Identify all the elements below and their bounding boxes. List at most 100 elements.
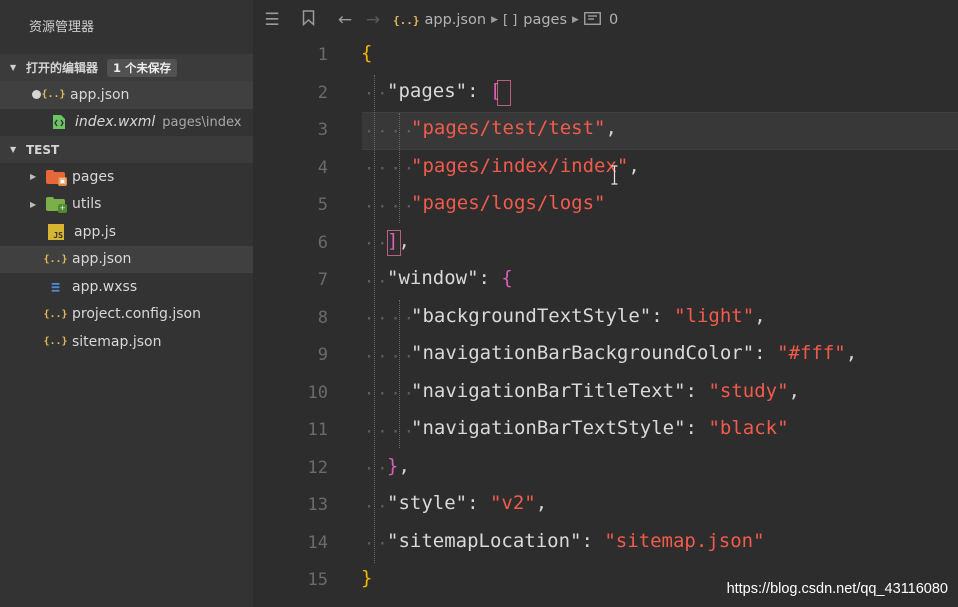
line-number: 4 — [317, 158, 328, 178]
tree-item-project-config-json[interactable]: {..} project.config.json — [0, 301, 253, 329]
wxml-icon — [49, 114, 68, 130]
folder-icon: + — [46, 197, 67, 214]
json-icon: {..} — [43, 336, 68, 348]
line-number: 7 — [317, 270, 328, 290]
code-line: "navigationBarTitleText": "study", — [411, 380, 800, 402]
code-line: } — [361, 567, 373, 589]
breadcrumb-file[interactable]: app.json — [425, 12, 487, 28]
code-line: "pages/logs/logs" — [411, 192, 605, 214]
tree-item-app-wxss[interactable]: ≡ app.wxss — [0, 273, 253, 301]
string-field-icon — [584, 11, 601, 29]
json-key: "pages" — [387, 80, 468, 102]
whitespace-marker: ·· — [364, 497, 391, 517]
json-key: "navigationBarTitleText" — [411, 380, 686, 402]
json-key: "window" — [387, 267, 479, 289]
whitespace-marker: ···· — [364, 384, 417, 404]
code-line: "pages": [ — [387, 80, 502, 102]
line-number: 8 — [317, 308, 328, 328]
explorer-sidebar: 资源管理器 ▼ 打开的编辑器 1 个未保存 {..} app.json inde… — [0, 0, 253, 607]
json-string: "pages/index/index" — [411, 155, 629, 177]
wxss-icon: ≡ — [50, 277, 61, 296]
code-line: { — [361, 42, 373, 64]
mouse-ibeam-cursor-icon — [611, 165, 618, 187]
code-line: "navigationBarBackgroundColor": "#fff", — [411, 342, 858, 364]
chevron-right-icon: ▶ — [572, 15, 579, 25]
json-string: "pages/test/test" — [411, 117, 606, 139]
json-icon: {..} — [41, 89, 66, 101]
json-icon: {..} — [43, 253, 68, 265]
whitespace-marker: ···· — [364, 122, 417, 142]
whitespace-marker: ·· — [364, 234, 391, 254]
file-label: app.json — [70, 86, 130, 103]
open-editor-item-app-json[interactable]: {..} app.json — [0, 81, 253, 109]
editor-toolbar: ☰ ← → {..} app.json ▶ [ ] pages ▶ 0 — [253, 0, 958, 40]
js-icon: JS — [48, 223, 64, 240]
line-number: 11 — [307, 420, 328, 440]
file-label: pages — [72, 168, 115, 185]
line-number: 5 — [317, 195, 328, 215]
code-editor[interactable]: ☰ ← → {..} app.json ▶ [ ] pages ▶ 0 1 2 … — [253, 0, 958, 607]
line-number: 14 — [307, 533, 328, 553]
tree-item-pages[interactable]: ▶ ▣ pages — [0, 163, 253, 191]
unsaved-badge: 1 个未保存 — [107, 58, 178, 77]
json-string: "sitemap.json" — [604, 530, 765, 552]
code-line: "backgroundTextStyle": "light", — [411, 305, 766, 327]
folder-icon: ▣ — [46, 169, 67, 186]
open-editor-item-index-wxml[interactable]: index.wxml pages\index — [0, 109, 253, 137]
list-icon[interactable]: ☰ — [262, 10, 282, 30]
code-line: "navigationBarTextStyle": "black" — [411, 417, 789, 439]
open-editors-section[interactable]: ▼ 打开的编辑器 1 个未保存 — [0, 54, 253, 81]
json-string: "black" — [708, 417, 789, 439]
json-string: "#fff" — [777, 342, 846, 364]
whitespace-marker: ···· — [364, 422, 417, 442]
file-label: app.json — [72, 251, 132, 268]
array-icon: [ ] — [502, 12, 518, 28]
project-label: TEST — [26, 142, 60, 157]
tree-item-app-json[interactable]: {..} app.json — [0, 245, 253, 273]
tree-item-utils[interactable]: ▶ + utils — [0, 191, 253, 219]
chevron-down-icon: ▼ — [10, 145, 17, 154]
file-label: sitemap.json — [72, 333, 162, 350]
json-string: "v2" — [489, 492, 536, 514]
explorer-title: 资源管理器 — [29, 20, 95, 35]
line-number: 2 — [317, 83, 328, 103]
json-key: "navigationBarBackgroundColor" — [411, 342, 755, 364]
line-number: 10 — [307, 383, 328, 403]
breadcrumb-index[interactable]: 0 — [609, 12, 618, 28]
whitespace-marker: ···· — [364, 197, 417, 217]
tree-item-sitemap-json[interactable]: {..} sitemap.json — [0, 328, 253, 356]
unsaved-dot-icon[interactable] — [32, 90, 41, 100]
json-key: "style" — [387, 492, 468, 514]
open-editors-label: 打开的编辑器 — [26, 61, 99, 75]
whitespace-marker: ·· — [364, 459, 391, 479]
breadcrumb-segment[interactable]: pages — [523, 12, 567, 28]
line-number: 6 — [317, 233, 328, 253]
whitespace-marker: ···· — [364, 347, 417, 367]
bookmark-icon[interactable] — [298, 9, 318, 31]
project-section[interactable]: ▼ TEST — [0, 136, 253, 163]
line-number: 3 — [317, 120, 328, 140]
breadcrumb: {..} app.json ▶ [ ] pages ▶ 0 — [393, 11, 618, 29]
tree-item-app-js[interactable]: JS app.js — [0, 218, 253, 246]
whitespace-marker: ·· — [364, 84, 391, 104]
back-arrow-icon[interactable]: ← — [335, 10, 355, 30]
chevron-right-icon: ▶ — [30, 172, 37, 182]
line-number: 13 — [307, 495, 328, 515]
file-label: app.wxss — [72, 278, 138, 295]
chevron-down-icon: ▼ — [10, 63, 17, 72]
forward-arrow-icon[interactable]: → — [363, 10, 383, 30]
code-line: "sitemapLocation": "sitemap.json" — [387, 530, 765, 552]
json-key: "sitemapLocation" — [387, 530, 582, 552]
whitespace-marker: ·· — [364, 534, 391, 554]
json-icon: {..} — [393, 13, 420, 27]
line-number: 1 — [317, 45, 328, 65]
line-number: 12 — [307, 458, 328, 478]
code-line: "window": { — [387, 267, 513, 289]
whitespace-marker: ···· — [364, 159, 417, 179]
json-string: "light" — [674, 305, 755, 327]
json-key: "navigationBarTextStyle" — [411, 417, 686, 439]
code-line: "pages/index/index", — [411, 155, 640, 177]
file-label: utils — [72, 196, 102, 213]
line-number: 15 — [307, 570, 328, 590]
chevron-right-icon: ▶ — [491, 15, 498, 25]
